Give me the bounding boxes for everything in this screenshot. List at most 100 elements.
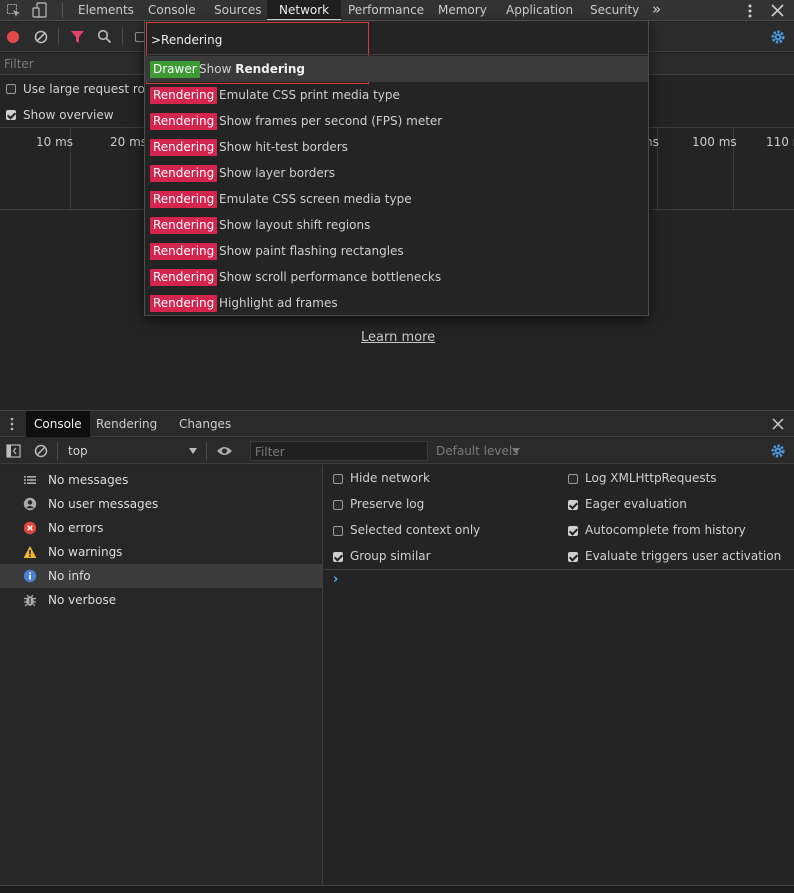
sidebar-item-label: No messages [48, 473, 129, 487]
close-devtools-icon[interactable] [771, 4, 784, 17]
drawer-tab-changes[interactable]: Changes [171, 411, 239, 437]
log-xhr-checkbox[interactable] [568, 474, 578, 484]
tab-performance[interactable]: Performance [348, 0, 424, 21]
command-item-show-rendering[interactable]: Drawer Show Rendering [145, 56, 648, 82]
sidebar-item-messages[interactable]: No messages [0, 468, 322, 492]
eager-evaluation-label: Eager evaluation [585, 497, 687, 511]
bug-icon [23, 593, 37, 607]
tab-elements[interactable]: Elements [78, 0, 134, 21]
tick-label: 10 ms [36, 135, 74, 149]
command-item[interactable]: Rendering Emulate CSS print media type [145, 82, 648, 108]
search-icon[interactable] [97, 29, 112, 44]
command-badge: Rendering [150, 113, 218, 130]
drawer-menu-icon[interactable] [9, 417, 15, 431]
hide-network-checkbox[interactable] [333, 474, 343, 484]
autocomplete-history-checkbox[interactable] [568, 526, 578, 536]
drawer-tab-bar: Console Rendering Changes [0, 410, 794, 437]
command-text: Show layer borders [219, 166, 335, 180]
evaluate-triggers-checkbox[interactable] [568, 552, 578, 562]
console-settings-gear-icon[interactable] [770, 443, 786, 459]
tick-label: 110 r [766, 135, 794, 149]
eager-evaluation-checkbox[interactable] [568, 500, 578, 510]
drawer-tab-console[interactable]: Console [26, 411, 90, 437]
command-item[interactable]: Rendering Show layer borders [145, 160, 648, 186]
tick-label: 20 ms [110, 135, 148, 149]
tab-sources[interactable]: Sources [214, 0, 261, 21]
chevron-down-icon[interactable] [512, 448, 520, 454]
large-rows-checkbox[interactable] [6, 84, 16, 94]
command-text: Show layout shift regions [219, 218, 371, 232]
console-filter-input[interactable]: Filter [250, 441, 428, 461]
clear-console-icon[interactable] [34, 444, 48, 458]
divider [57, 442, 58, 460]
sidebar-item-label: No user messages [48, 497, 159, 511]
divider [122, 28, 123, 45]
show-overview-label: Show overview [23, 108, 114, 122]
evaluate-triggers-label: Evaluate triggers user activation [585, 549, 782, 563]
selected-context-checkbox[interactable] [333, 526, 343, 536]
sidebar-item-info[interactable]: No info [0, 564, 322, 588]
sidebar-item-errors[interactable]: No errors [0, 516, 322, 540]
preserve-log-checkbox[interactable] [333, 500, 343, 510]
sidebar-item-verbose[interactable]: No verbose [0, 588, 322, 612]
chevron-down-icon[interactable] [189, 448, 197, 454]
more-tabs-button[interactable]: » [652, 0, 661, 21]
command-badge: Rendering [150, 269, 218, 286]
command-badge: Drawer [150, 61, 200, 78]
live-expression-eye-icon[interactable] [216, 445, 233, 457]
sidebar-item-label: No verbose [48, 593, 117, 607]
warning-icon [23, 545, 37, 559]
divider [145, 54, 648, 55]
close-drawer-icon[interactable] [772, 418, 784, 430]
tab-security[interactable]: Security [590, 0, 639, 21]
selected-context-label: Selected context only [350, 523, 481, 537]
command-item[interactable]: Rendering Highlight ad frames [145, 290, 648, 316]
sidebar-item-user-messages[interactable]: No user messages [0, 492, 322, 516]
command-input[interactable]: >Rendering [151, 33, 222, 47]
tab-console[interactable]: Console [148, 0, 196, 21]
command-menu: >Rendering Drawer Show Rendering Renderi… [144, 20, 649, 316]
sidebar-toggle-icon[interactable] [6, 444, 21, 458]
console-filter-placeholder: Filter [255, 445, 285, 459]
command-badge: Rendering [150, 139, 218, 156]
inspect-element-icon[interactable] [6, 3, 22, 19]
command-text: Show Rendering [199, 62, 306, 76]
hide-network-label: Hide network [350, 471, 430, 485]
command-item[interactable]: Rendering Show paint flashing rectangles [145, 238, 648, 264]
tab-application[interactable]: Application [506, 0, 573, 21]
sidebar-item-label: No info [48, 569, 91, 583]
log-xhr-label: Log XMLHttpRequests [585, 471, 717, 485]
context-selector[interactable]: top [68, 444, 88, 458]
preserve-log-label: Preserve log [350, 497, 425, 511]
tick-label: 100 ms [692, 135, 737, 149]
sidebar-item-warnings[interactable]: No warnings [0, 540, 322, 564]
command-item[interactable]: Rendering Show hit-test borders [145, 134, 648, 160]
sidebar-item-label: No errors [48, 521, 104, 535]
device-toolbar-icon[interactable] [32, 2, 48, 19]
command-text: Show paint flashing rectangles [219, 244, 404, 258]
filter-icon[interactable] [70, 30, 85, 44]
command-badge: Rendering [150, 165, 218, 182]
command-item[interactable]: Rendering Show frames per second (FPS) m… [145, 108, 648, 134]
record-icon[interactable] [6, 30, 20, 44]
command-item[interactable]: Rendering Show layout shift regions [145, 212, 648, 238]
command-text: Show frames per second (FPS) meter [219, 114, 443, 128]
kebab-menu-icon[interactable] [745, 3, 755, 19]
settings-gear-icon[interactable] [770, 29, 786, 45]
command-badge: Rendering [150, 243, 218, 260]
error-icon [23, 521, 37, 535]
network-filter-input[interactable]: Filter [4, 57, 34, 71]
command-item[interactable]: Rendering Emulate CSS screen media type [145, 186, 648, 212]
clear-icon[interactable] [34, 30, 48, 44]
log-levels-dropdown[interactable]: Default levels [436, 444, 518, 458]
group-similar-checkbox[interactable] [333, 552, 343, 562]
tab-memory[interactable]: Memory [438, 0, 487, 21]
show-overview-checkbox[interactable] [6, 110, 16, 120]
learn-more-link[interactable]: Learn more [361, 330, 435, 345]
tab-network[interactable]: Network [267, 0, 342, 21]
command-item[interactable]: Rendering Show scroll performance bottle… [145, 264, 648, 290]
console-prompt[interactable]: › [333, 572, 338, 587]
command-text: Highlight ad frames [219, 296, 338, 310]
group-similar-label: Group similar [350, 549, 431, 563]
drawer-tab-rendering[interactable]: Rendering [88, 411, 165, 437]
